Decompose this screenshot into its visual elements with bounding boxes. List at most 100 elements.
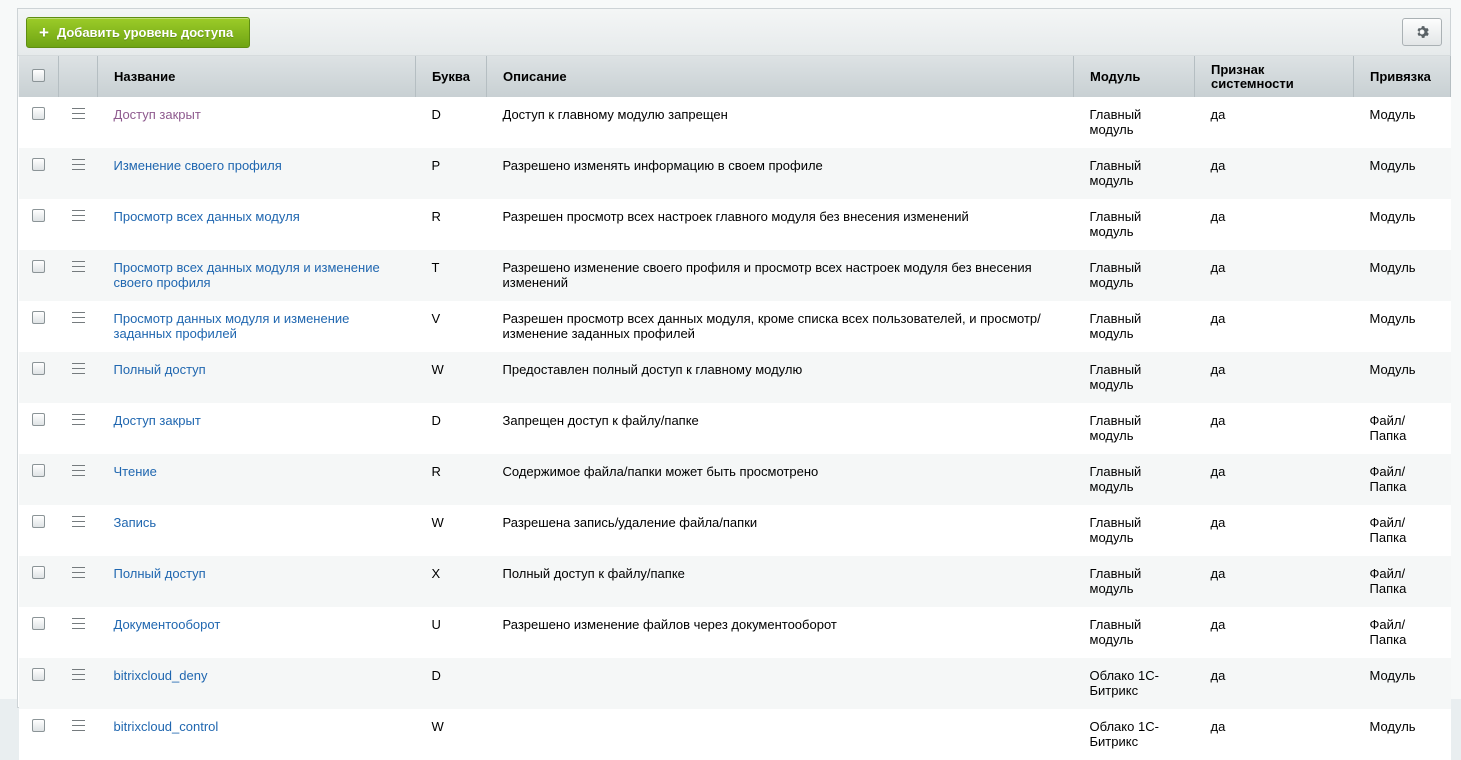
access-level-link[interactable]: bitrixcloud_deny (114, 668, 208, 683)
row-checkbox[interactable] (32, 617, 45, 630)
cell-system: да (1194, 97, 1354, 148)
drag-handle-icon[interactable] (71, 108, 85, 119)
row-checkbox[interactable] (32, 566, 45, 579)
drag-handle-icon[interactable] (71, 669, 85, 680)
cell-name: bitrixcloud_deny (97, 658, 416, 709)
settings-button[interactable] (1402, 18, 1442, 46)
table-row[interactable]: Просмотр данных модуля и изменение задан… (18, 301, 1451, 352)
table-row[interactable]: Доступ закрыт D Запрещен доступ к файлу/па… (18, 403, 1451, 454)
row-checkbox[interactable] (32, 260, 45, 273)
row-select-cell[interactable] (18, 148, 59, 199)
drag-handle-icon[interactable] (71, 414, 85, 425)
access-level-link[interactable]: Чтение (114, 464, 157, 479)
table-row[interactable]: Изменение своего профиля P Разрешено измен… (18, 148, 1451, 199)
access-level-link[interactable]: Просмотр всех данных модуля (114, 209, 300, 224)
row-checkbox[interactable] (32, 413, 45, 426)
drag-handle-icon[interactable] (71, 465, 85, 476)
row-drag-cell[interactable] (58, 658, 98, 709)
drag-handle-icon[interactable] (71, 516, 85, 527)
row-select-cell[interactable] (18, 301, 59, 352)
access-level-link[interactable]: Документооборот (114, 617, 221, 632)
row-checkbox[interactable] (32, 668, 45, 681)
access-level-link[interactable]: Просмотр всех данных модуля и изменение … (114, 260, 380, 290)
access-level-link[interactable]: Просмотр данных модуля и изменение задан… (114, 311, 350, 341)
row-select-cell[interactable] (18, 505, 59, 556)
cell-binding: Модуль (1353, 199, 1451, 250)
row-checkbox[interactable] (32, 209, 45, 222)
select-all-checkbox[interactable] (32, 68, 45, 82)
drag-handle-icon[interactable] (71, 312, 85, 323)
row-select-cell[interactable] (18, 97, 59, 148)
row-checkbox[interactable] (32, 362, 45, 375)
cell-name: Полный доступ (97, 556, 416, 607)
row-checkbox[interactable] (32, 311, 45, 324)
row-drag-cell[interactable] (58, 403, 98, 454)
column-header-module[interactable]: Модуль (1073, 56, 1195, 97)
table-row[interactable]: Полный доступ X Полный доступ к файлу/папк… (18, 556, 1451, 607)
cell-description: Доступ к главному модулю запрещен (486, 97, 1074, 148)
row-select-cell[interactable] (18, 556, 59, 607)
access-level-link[interactable]: Изменение своего профиля (114, 158, 282, 173)
access-level-link[interactable]: Запись (114, 515, 157, 530)
drag-handle-icon[interactable] (71, 618, 85, 629)
row-drag-cell[interactable] (58, 352, 98, 403)
cell-module: Главный модуль (1073, 607, 1195, 658)
cell-name: Запись (97, 505, 416, 556)
cell-description: Предоставлен полный доступ к главному мо… (486, 352, 1074, 403)
row-select-cell[interactable] (18, 607, 59, 658)
row-drag-cell[interactable] (58, 148, 98, 199)
header-select-all[interactable] (18, 56, 59, 97)
table-row[interactable]: Просмотр всех данных модуля R Разрешен про… (18, 199, 1451, 250)
row-select-cell[interactable] (18, 199, 59, 250)
drag-handle-icon[interactable] (71, 567, 85, 578)
row-select-cell[interactable] (18, 454, 59, 505)
row-select-cell[interactable] (18, 709, 59, 760)
column-header-description[interactable]: Описание (486, 56, 1074, 97)
add-access-level-button[interactable]: + Добавить уровень доступа (26, 17, 251, 48)
table-row[interactable]: Доступ закрыт D Доступ к главному модулю з… (18, 97, 1451, 148)
cell-name: Просмотр данных модуля и изменение задан… (97, 301, 416, 352)
table-row[interactable]: Документооборот U Разрешено изменение файл… (18, 607, 1451, 658)
table-row[interactable]: bitrixcloud_deny D Облако 1С-Битрикс да Моду… (18, 658, 1451, 709)
row-checkbox[interactable] (32, 107, 45, 120)
access-level-link[interactable]: Доступ закрыт (114, 107, 201, 122)
table-row[interactable]: Просмотр всех данных модуля и изменение … (18, 250, 1451, 301)
drag-handle-icon[interactable] (71, 720, 85, 731)
table-row[interactable]: bitrixcloud_control W Облако 1С-Битрикс да М… (18, 709, 1451, 760)
cell-letter: D (415, 403, 487, 454)
row-select-cell[interactable] (18, 352, 59, 403)
row-drag-cell[interactable] (58, 709, 98, 760)
row-checkbox[interactable] (32, 158, 45, 171)
access-level-link[interactable]: bitrixcloud_control (114, 719, 219, 734)
column-header-system[interactable]: Признак системности (1194, 56, 1354, 97)
row-drag-cell[interactable] (58, 505, 98, 556)
row-drag-cell[interactable] (58, 199, 98, 250)
drag-handle-icon[interactable] (71, 363, 85, 374)
table-row[interactable]: Запись W Разрешена запись/удаление файла/п… (18, 505, 1451, 556)
row-checkbox[interactable] (32, 719, 45, 732)
row-drag-cell[interactable] (58, 250, 98, 301)
drag-handle-icon[interactable] (71, 261, 85, 272)
row-drag-cell[interactable] (58, 556, 98, 607)
access-level-link[interactable]: Полный доступ (114, 566, 206, 581)
column-header-letter[interactable]: Буква (415, 56, 487, 97)
row-drag-cell[interactable] (58, 301, 98, 352)
row-select-cell[interactable] (18, 250, 59, 301)
access-level-link[interactable]: Доступ закрыт (114, 413, 201, 428)
cell-module: Облако 1С-Битрикс (1073, 709, 1195, 760)
table-row[interactable]: Полный доступ W Предоставлен полный доступ… (18, 352, 1451, 403)
row-select-cell[interactable] (18, 403, 59, 454)
drag-handle-icon[interactable] (71, 159, 85, 170)
row-drag-cell[interactable] (58, 454, 98, 505)
cell-system: да (1194, 658, 1354, 709)
column-header-name[interactable]: Название (97, 56, 416, 97)
row-drag-cell[interactable] (58, 97, 98, 148)
table-row[interactable]: Чтение R Содержимое файла/папки может быть… (18, 454, 1451, 505)
access-level-link[interactable]: Полный доступ (114, 362, 206, 377)
column-header-binding[interactable]: Привязка (1353, 56, 1451, 97)
drag-handle-icon[interactable] (71, 210, 85, 221)
row-checkbox[interactable] (32, 515, 45, 528)
row-checkbox[interactable] (32, 464, 45, 477)
row-drag-cell[interactable] (58, 607, 98, 658)
row-select-cell[interactable] (18, 658, 59, 709)
